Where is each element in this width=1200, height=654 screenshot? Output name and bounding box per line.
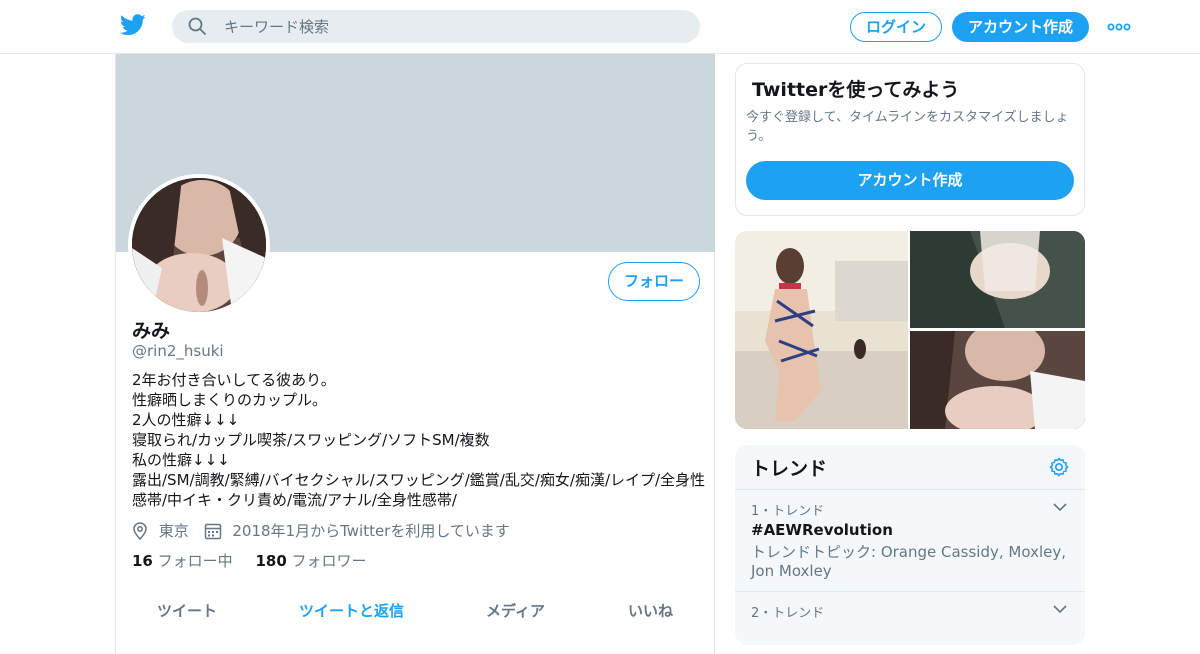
- search-input[interactable]: [222, 10, 682, 43]
- tab-tweets-and-replies[interactable]: ツイートと返信: [299, 600, 404, 621]
- calendar-icon: [204, 523, 221, 539]
- location-pin-icon: [133, 521, 147, 540]
- profile-name: みみ: [132, 320, 171, 342]
- signup-card: Twitterを使ってみよう 今すぐ登録して、タイムラインをカスタマイズしましょ…: [735, 63, 1085, 216]
- followers-link[interactable]: 180 フォロワー: [255, 552, 366, 570]
- avatar-photo: [132, 178, 266, 312]
- followers-label: フォロワー: [291, 552, 367, 570]
- tab-media[interactable]: メディア: [486, 600, 545, 621]
- profile-handle[interactable]: @rin2_hsuki: [132, 342, 224, 360]
- trend-rank: 1・トレンド: [751, 504, 825, 519]
- profile-column: フォロー みみ @rin2_hsuki 2年お付き合いしてる彼あり。 性癖晒しま…: [115, 54, 715, 654]
- profile-meta: 東京 2018年1月からTwitterを利用しています: [132, 520, 510, 542]
- twitter-bird-icon[interactable]: [120, 14, 146, 36]
- trends-panel: トレンド 1・トレンド #AEWRevolution トレンドトピック: Ora…: [735, 445, 1085, 645]
- trend-topic: トレンドトピック: Orange Cassidy, Moxley, Jon Mo…: [751, 543, 1066, 580]
- chevron-down-icon[interactable]: [1053, 604, 1067, 614]
- following-label: フォロー中: [157, 552, 233, 570]
- top-bar: ログイン アカウント作成: [0, 0, 1200, 54]
- trend-rank: 2・トレンド: [751, 606, 825, 621]
- bio-line: 感帯/中イキ・クリ責め/電流/アナル/全身性感帯/: [132, 491, 457, 509]
- tab-tweets[interactable]: ツイート: [157, 600, 217, 621]
- signup-card-title: Twitterを使ってみよう: [752, 79, 960, 101]
- trend-item[interactable]: 1・トレンド #AEWRevolution トレンドトピック: Orange C…: [735, 489, 1085, 591]
- profile-location: 東京: [158, 522, 189, 540]
- bio-line: 寝取られ/カップル喫茶/スワッピング/ソフトSM/複数: [132, 431, 490, 449]
- signup-card-button[interactable]: アカウント作成: [746, 161, 1074, 200]
- more-icon[interactable]: [1107, 21, 1131, 33]
- media-grid: [735, 231, 1085, 429]
- bio-line: 性癖晒しまくりのカップル。: [132, 391, 328, 409]
- gear-icon[interactable]: [1048, 456, 1070, 478]
- signup-button[interactable]: アカウント作成: [952, 12, 1089, 42]
- search-box[interactable]: [172, 10, 700, 43]
- profile-bio: 2年お付き合いしてる彼あり。 性癖晒しまくりのカップル。 2人の性癖↓↓↓ 寝取…: [132, 370, 706, 510]
- bio-line: 露出/SM/調教/緊縛/バイセクシャル/スワッピング/鑑賞/乱交/痴女/痴漢/レ…: [132, 471, 706, 489]
- media-thumbnail[interactable]: [910, 331, 1085, 429]
- login-button[interactable]: ログイン: [850, 12, 942, 42]
- followers-count: 180: [255, 552, 287, 570]
- media-thumbnail[interactable]: [910, 231, 1085, 328]
- trends-title: トレンド: [751, 458, 828, 480]
- chevron-down-icon[interactable]: [1053, 502, 1067, 512]
- follow-button[interactable]: フォロー: [608, 262, 700, 301]
- bio-line: 2年お付き合いしてる彼あり。: [132, 371, 336, 389]
- bio-line: 私の性癖↓↓↓: [132, 451, 230, 469]
- trend-tag: #AEWRevolution: [751, 521, 893, 539]
- search-icon: [188, 17, 206, 35]
- following-link[interactable]: 16 フォロー中: [132, 552, 237, 570]
- tab-likes[interactable]: いいね: [628, 600, 673, 621]
- profile-stats: 16 フォロー中 180 フォロワー: [132, 550, 367, 571]
- profile-joined-date: 2018年1月からTwitterを利用しています: [232, 522, 510, 540]
- trend-item[interactable]: 2・トレンド: [735, 591, 1085, 645]
- profile-tabs: ツイート ツイートと返信 メディア いいね: [116, 592, 715, 632]
- following-count: 16: [132, 552, 153, 570]
- media-thumbnail[interactable]: [735, 231, 908, 429]
- signup-card-description: 今すぐ登録して、タイムラインをカスタマイズしましょう。: [746, 110, 1069, 144]
- avatar[interactable]: [128, 174, 270, 316]
- bio-line: 2人の性癖↓↓↓: [132, 411, 240, 429]
